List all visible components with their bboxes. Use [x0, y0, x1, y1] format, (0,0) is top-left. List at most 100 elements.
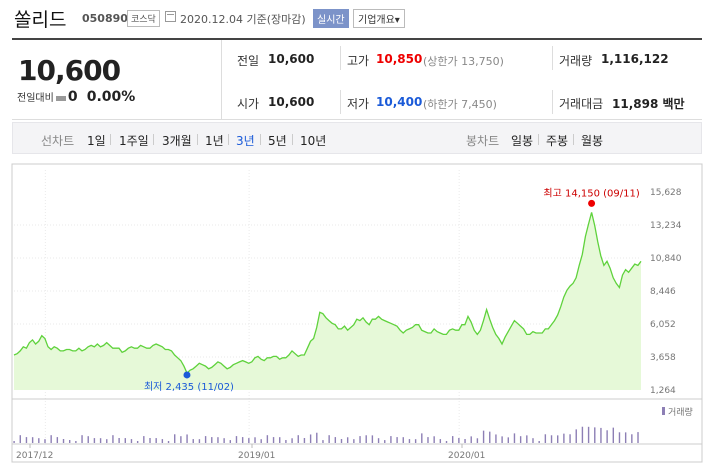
volume-bar	[285, 440, 287, 443]
volume-bar	[618, 432, 621, 443]
volume-bar	[254, 437, 256, 443]
x-axis: 2017/12 2019/01 2020/01	[16, 444, 485, 461]
volume-bar	[507, 437, 509, 443]
low-value: 10,400	[376, 95, 423, 109]
volume-bar	[204, 436, 207, 443]
volume-bar	[526, 435, 528, 443]
period-3m[interactable]: 3개월	[162, 132, 192, 149]
y-tick-label: 15,628	[650, 188, 682, 198]
volume-bar	[19, 435, 21, 443]
volume-bar	[241, 437, 244, 443]
divider	[153, 134, 154, 145]
volume-bar	[600, 427, 602, 443]
volume-bar	[439, 439, 442, 443]
chart-grid	[14, 170, 641, 444]
amount-label: 거래대금	[559, 97, 604, 111]
volume-bar	[538, 441, 540, 443]
divider	[340, 90, 341, 114]
period-1w[interactable]: 1주일	[119, 132, 149, 149]
volume-bar	[445, 441, 448, 443]
volume-bar	[464, 439, 466, 443]
open-label: 시가	[237, 97, 260, 111]
volume-bar	[149, 438, 151, 443]
volume-bar	[421, 433, 423, 443]
volume-bar	[50, 435, 52, 443]
realtime-button[interactable]: 실시간	[313, 9, 349, 28]
lower-limit: (하한가 7,450)	[423, 98, 497, 111]
high-value: 10,850	[376, 52, 423, 66]
period-5y[interactable]: 5년	[268, 132, 287, 149]
change-value: 0	[67, 89, 78, 105]
volume-bar	[612, 427, 615, 443]
divider	[573, 134, 574, 145]
candle-chart-label: 봉차트	[466, 134, 500, 148]
divider	[552, 46, 553, 70]
volume-bar	[266, 435, 269, 443]
price-area	[14, 212, 641, 390]
x-tick-label: 2020/01	[448, 451, 485, 461]
volume-bar	[637, 432, 639, 443]
price-chart[interactable]: 15,628 13,234 10,840 8,446 6,052 3,658 1,264 거…	[0, 160, 704, 464]
volume-bar	[495, 434, 497, 443]
x-tick-label: 2017/12	[16, 451, 53, 461]
volume-bars	[13, 426, 639, 443]
volume-bar	[346, 437, 349, 443]
volume-bar	[334, 437, 337, 443]
line-chart-label: 선차트	[41, 134, 75, 148]
volume-value: 1,116,122	[601, 52, 669, 66]
volume-legend: 거래량	[668, 406, 693, 418]
volume-bar	[631, 434, 633, 443]
volume-bar	[482, 430, 485, 443]
volume-bar	[291, 438, 293, 443]
volume-bar	[371, 435, 374, 443]
x-tick-label: 2019/01	[238, 451, 275, 461]
volume-bar	[211, 437, 213, 443]
volume-bar	[167, 441, 170, 443]
volume-bar	[186, 434, 188, 443]
y-axis: 15,628 13,234 10,840 8,446 6,052 3,658 1,264	[650, 188, 682, 396]
market-badge: 코스닥	[127, 10, 160, 27]
change-label: 전일대비	[17, 93, 54, 104]
max-label: 최고 14,150 (09/11)	[543, 187, 639, 199]
candle-monthly[interactable]: 월봉	[581, 132, 603, 149]
volume-bar	[68, 440, 71, 443]
company-info-dropdown[interactable]: 기업개요▾	[353, 9, 405, 28]
volume-bar	[476, 438, 479, 443]
divider	[292, 134, 293, 145]
candle-daily[interactable]: 일봉	[511, 132, 533, 149]
volume-bar	[260, 439, 262, 443]
volume-bar	[384, 440, 386, 443]
current-price: 10,600	[18, 54, 121, 87]
period-1y[interactable]: 1년	[205, 132, 224, 149]
period-3y[interactable]: 3년	[236, 132, 255, 149]
volume-bar	[93, 438, 96, 443]
min-label: 최저 2,435 (11/02)	[144, 381, 234, 393]
stock-name: 쏠리드	[14, 9, 67, 31]
y-tick-label: 1,264	[650, 386, 676, 396]
volume-legend-swatch	[662, 407, 665, 415]
volume-bar	[192, 439, 194, 443]
volume-bar	[198, 439, 201, 443]
period-10y[interactable]: 10년	[300, 132, 326, 149]
volume-bar	[31, 437, 34, 443]
volume-bar	[433, 436, 435, 443]
volume-bar	[377, 438, 380, 443]
volume-bar	[223, 438, 225, 443]
volume-bar	[309, 434, 312, 443]
divider	[221, 40, 222, 120]
volume-bar	[624, 432, 627, 443]
volume-bar	[402, 437, 404, 443]
quote-date: 2020.12.04 기준(장마감)	[180, 13, 306, 26]
volume-bar	[118, 438, 120, 443]
divider	[228, 134, 229, 145]
divider	[538, 134, 539, 145]
flat-icon	[55, 95, 66, 101]
period-1d[interactable]: 1일	[87, 132, 106, 149]
candle-weekly[interactable]: 주봉	[546, 132, 568, 149]
change-percent: 0.00%	[86, 89, 136, 105]
volume-bar	[532, 438, 534, 443]
high-label: 고가	[347, 54, 370, 68]
divider	[197, 134, 198, 145]
volume-bar	[143, 436, 145, 443]
y-tick-label: 3,658	[650, 353, 676, 363]
